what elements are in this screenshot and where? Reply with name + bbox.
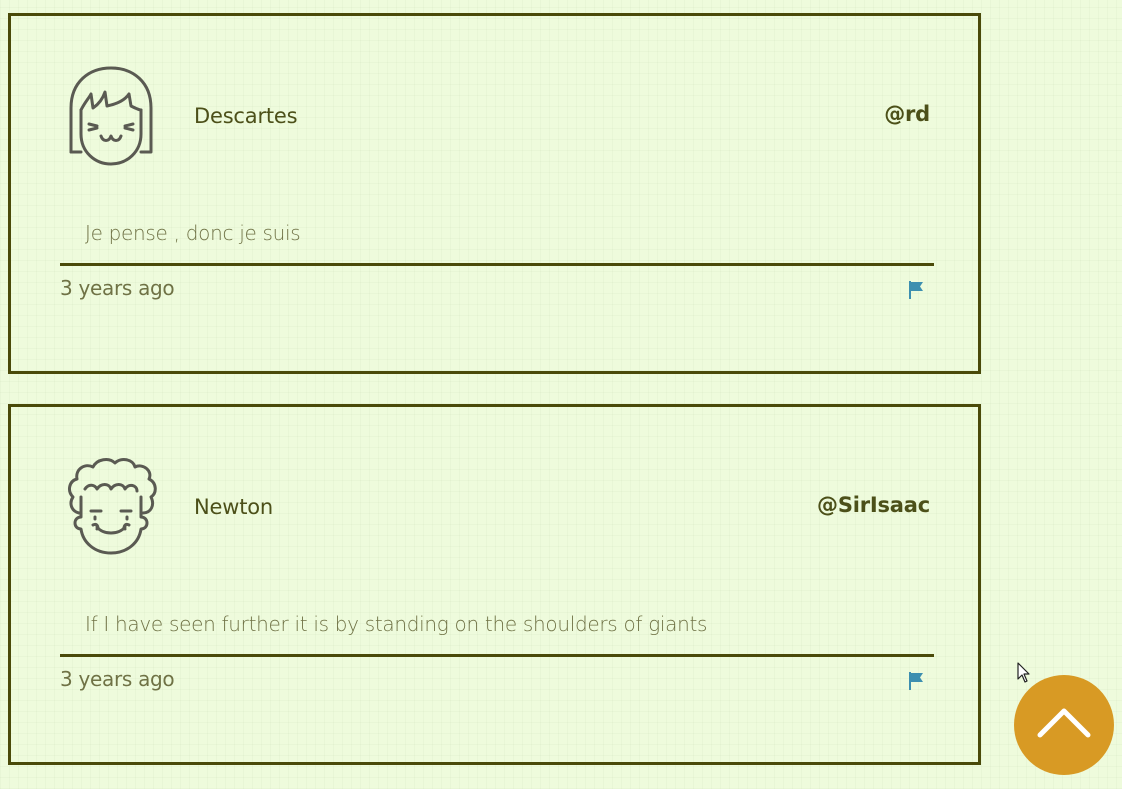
comment-timestamp: 3 years ago bbox=[60, 667, 175, 691]
chevron-up-icon bbox=[1037, 708, 1091, 738]
girl-face-icon bbox=[63, 64, 159, 168]
curly-hair-face-icon bbox=[63, 455, 159, 559]
comment-author-name[interactable]: Descartes bbox=[194, 104, 298, 128]
divider bbox=[60, 263, 934, 266]
scroll-to-top-button[interactable] bbox=[1014, 675, 1114, 775]
divider bbox=[60, 654, 934, 657]
comment-timestamp: 3 years ago bbox=[60, 276, 175, 300]
comment-card: Newton @SirIsaac If I have seen further … bbox=[8, 404, 981, 765]
comment-author-name[interactable]: Newton bbox=[194, 495, 273, 519]
comment-text: Je pense , donc je suis bbox=[85, 221, 301, 245]
mouse-cursor-icon bbox=[1017, 662, 1031, 684]
flag-icon[interactable] bbox=[908, 280, 924, 300]
comment-card: Descartes @rd Je pense , donc je suis 3 … bbox=[8, 13, 981, 374]
flag-icon[interactable] bbox=[908, 671, 924, 691]
comment-text: If I have seen further it is by standing… bbox=[85, 612, 708, 636]
comment-author-handle[interactable]: @SirIsaac bbox=[817, 493, 930, 517]
comment-author-handle[interactable]: @rd bbox=[884, 102, 930, 126]
